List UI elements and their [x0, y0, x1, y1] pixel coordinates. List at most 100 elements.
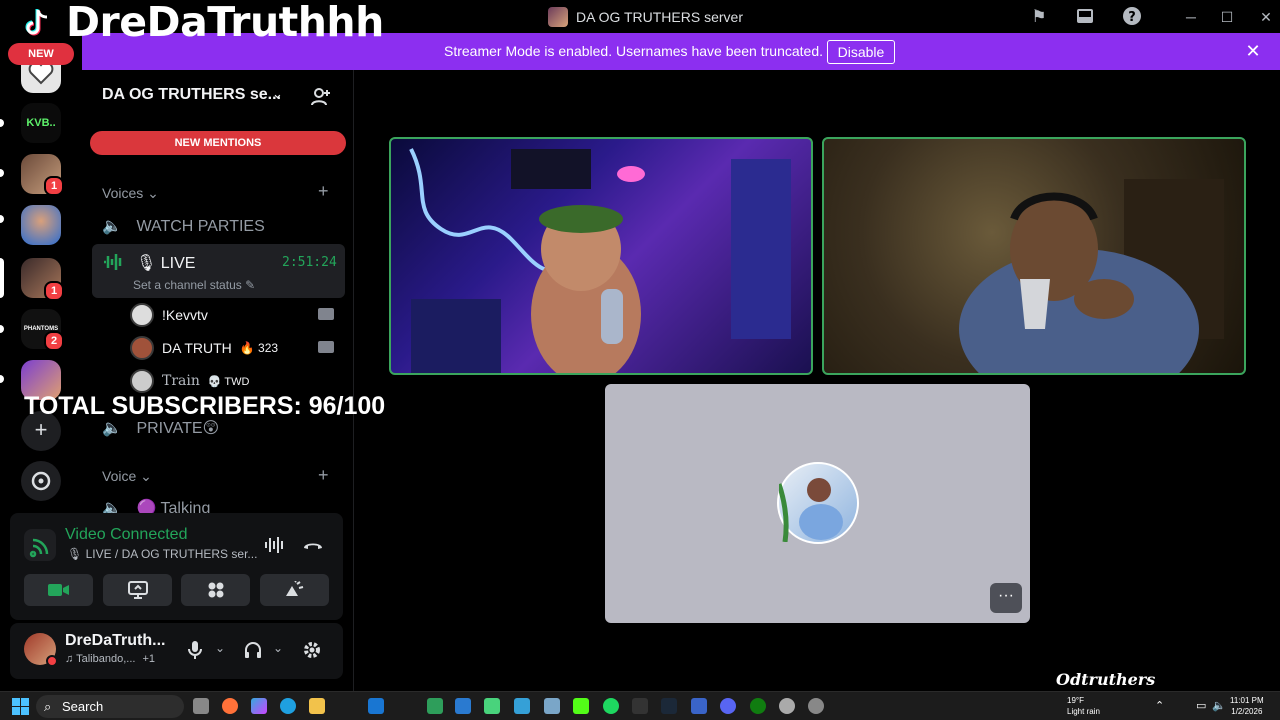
- minimize-icon[interactable]: ─: [1180, 6, 1202, 28]
- user-panel: DreDaTruth... ♫ Talibando,... +1 ⌄ ⌄: [10, 623, 343, 679]
- add-channel-icon[interactable]: +: [318, 181, 329, 202]
- spotify-icon[interactable]: [603, 698, 619, 714]
- app-icon[interactable]: [691, 698, 707, 714]
- category-voices[interactable]: Voices ⌄: [102, 185, 159, 202]
- server-2[interactable]: [21, 205, 61, 245]
- banner-close-icon[interactable]: ✕: [1243, 40, 1263, 62]
- weather-temp: 19°F: [1067, 696, 1084, 705]
- app-icon[interactable]: [484, 698, 500, 714]
- video-tile-stream-2[interactable]: [822, 137, 1246, 375]
- search-icon: ⌕: [44, 699, 52, 714]
- task-view-icon[interactable]: [193, 698, 209, 714]
- add-channel-icon[interactable]: +: [318, 465, 329, 486]
- steam-icon[interactable]: [661, 698, 677, 714]
- settings-gear-icon[interactable]: [302, 640, 322, 660]
- voice-connection-panel: Video Connected 🎙 LIVE / DA OG TRUTHERS …: [10, 513, 343, 620]
- chevron-down-icon[interactable]: ⌄: [272, 86, 283, 102]
- username[interactable]: DreDaTruth...: [65, 632, 165, 650]
- unread-pill: [0, 325, 4, 333]
- soundboard-button[interactable]: [260, 574, 329, 606]
- user-avatar: [776, 462, 859, 544]
- epic-games-icon[interactable]: [632, 698, 648, 714]
- firefox-icon[interactable]: [222, 698, 238, 714]
- microphone-icon[interactable]: [186, 640, 204, 660]
- connection-location[interactable]: 🎙 LIVE / DA OG TRUTHERS ser...: [67, 547, 257, 561]
- new-unreads-pill[interactable]: NEW: [8, 43, 74, 65]
- screen-share-button[interactable]: [103, 574, 172, 606]
- channel-private[interactable]: 🔈 PRIVATE😲: [102, 418, 219, 438]
- server-kvb[interactable]: KVB..: [21, 103, 61, 143]
- disable-button[interactable]: Disable: [827, 40, 895, 64]
- store-icon[interactable]: [455, 698, 471, 714]
- category-voice[interactable]: Voice ⌄: [102, 468, 152, 485]
- connection-status: Video Connected: [65, 526, 188, 543]
- invite-people-icon[interactable]: [310, 86, 332, 108]
- video-feed-1: [409, 148, 791, 373]
- voice-user-row[interactable]: !Kevvtv: [130, 301, 208, 329]
- server-name[interactable]: DA OG TRUTHERS se...: [102, 86, 281, 104]
- video-tile-avatar[interactable]: ···: [605, 384, 1030, 623]
- outlook-icon[interactable]: [368, 698, 384, 714]
- disconnect-icon[interactable]: [302, 535, 324, 555]
- settings-icon[interactable]: [779, 698, 795, 714]
- unread-pill: [0, 375, 4, 383]
- video-tile-stream-1[interactable]: [389, 137, 813, 375]
- copilot-icon[interactable]: [251, 698, 267, 714]
- maximize-icon[interactable]: ☐: [1216, 6, 1238, 28]
- app-icon[interactable]: [514, 698, 530, 714]
- app-icon[interactable]: [808, 698, 824, 714]
- unread-pill: [0, 169, 4, 177]
- kick-icon[interactable]: [573, 698, 589, 714]
- discover-button[interactable]: [21, 461, 61, 501]
- avatar: [130, 369, 154, 393]
- file-explorer-icon[interactable]: [309, 698, 325, 714]
- avatar: [130, 303, 154, 327]
- mention-badge: 1: [44, 176, 64, 196]
- xbox-app-icon[interactable]: [427, 698, 443, 714]
- new-mentions-button[interactable]: NEW MENTIONS: [90, 131, 346, 155]
- network-icon[interactable]: ▭: [1196, 699, 1206, 712]
- activities-button[interactable]: [181, 574, 250, 606]
- connection-signal-icon[interactable]: [24, 529, 56, 561]
- category-label: Voices: [102, 185, 144, 201]
- taskbar-search[interactable]: ⌕ Search: [36, 695, 184, 718]
- watermark-logo: Odtruthers: [1056, 670, 1156, 689]
- edge-icon[interactable]: [280, 698, 296, 714]
- tiktok-logo-icon: [25, 9, 48, 36]
- speaker-icon: 🔈: [102, 218, 122, 235]
- help-icon[interactable]: ?: [1121, 6, 1143, 28]
- channel-label: PRIVATE😲: [136, 420, 220, 437]
- headphones-icon[interactable]: [243, 640, 263, 660]
- tray-chevron-icon[interactable]: ⌃: [1155, 699, 1164, 712]
- close-icon[interactable]: ✕: [1255, 6, 1277, 28]
- noise-suppression-icon[interactable]: [264, 535, 286, 555]
- channel-live[interactable]: 🎙 LIVE 2:51:24 Set a channel status ✎: [92, 244, 345, 298]
- inbox-icon[interactable]: [1074, 6, 1096, 28]
- inbox-flag-icon[interactable]: ⚑: [1028, 6, 1050, 28]
- channel-status[interactable]: Set a channel status ✎: [133, 278, 255, 292]
- voice-user-row[interactable]: DA TRUTH 🔥 323: [130, 334, 278, 362]
- video-feed-2: [959, 179, 1224, 373]
- weather-widget[interactable]: 19°F Light rain: [1067, 695, 1100, 717]
- volume-icon[interactable]: 🔈: [1212, 699, 1226, 712]
- system-clock[interactable]: 11:01 PM 1/2/2026: [1230, 695, 1264, 717]
- windows-start-icon[interactable]: [12, 698, 29, 715]
- photos-icon[interactable]: [544, 698, 560, 714]
- status-dnd-icon: [46, 655, 58, 667]
- weather-desc: Light rain: [1067, 707, 1100, 716]
- discord-icon[interactable]: [720, 698, 736, 714]
- screen-share-icon: [128, 581, 148, 599]
- more-options-icon[interactable]: ···: [990, 583, 1022, 613]
- banner-text: Streamer Mode is enabled. Usernames have…: [444, 43, 823, 59]
- xbox-icon[interactable]: [750, 698, 766, 714]
- user-name: !Kevvtv: [162, 307, 208, 323]
- camera-toggle-button[interactable]: [24, 574, 93, 606]
- channel-watch-parties[interactable]: 🔈 WATCH PARTIES: [102, 216, 265, 236]
- chevron-down-icon[interactable]: ⌄: [215, 641, 225, 655]
- voice-user-row[interactable]: Train 💀 TWD: [130, 367, 249, 395]
- speaker-icon: 🔈: [102, 420, 122, 437]
- unread-pill: [0, 215, 4, 223]
- windows-taskbar: ⌕ Search 19°F Light rain ⌃ ▭ 🔈 11:01 PM …: [0, 691, 1280, 720]
- channel-label: 🎙 LIVE: [136, 255, 196, 272]
- chevron-down-icon[interactable]: ⌄: [273, 641, 283, 655]
